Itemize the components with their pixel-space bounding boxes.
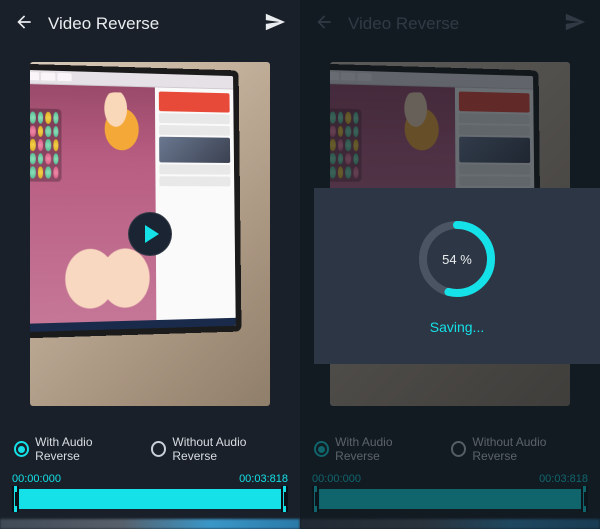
radio-label: Without Audio Reverse [472,435,586,463]
progress-percent: 54 % [442,252,472,267]
audio-options: With Audio Reverse Without Audio Reverse [0,425,300,469]
confirm-send-icon[interactable] [264,11,286,38]
radio-icon [14,441,29,457]
trim-scrubber[interactable] [12,489,288,509]
time-start: 00:00:000 [12,473,61,485]
screen-saving: Video Reverse [300,0,600,529]
trim-handle-left[interactable] [12,486,19,512]
time-end: 00:03:818 [539,473,588,485]
video-preview [0,48,300,425]
back-icon[interactable] [314,12,334,37]
trim-scrubber [312,489,588,509]
time-start: 00:00:000 [312,473,361,485]
radio-icon [314,441,329,457]
time-bar: 00:00:000 00:03:818 [0,469,300,519]
back-icon[interactable] [14,12,34,37]
saving-modal: 54 % Saving... [314,188,600,364]
radio-label: With Audio Reverse [35,435,133,463]
screen-edit: Video Reverse [0,0,300,529]
trim-handle-right[interactable] [281,486,288,512]
time-end: 00:03:818 [239,473,288,485]
radio-icon [451,441,466,457]
radio-with-audio[interactable]: With Audio Reverse [14,435,133,463]
trim-handle-left [312,486,319,512]
header: Video Reverse [300,0,600,48]
confirm-send-icon[interactable] [564,11,586,38]
radio-label: With Audio Reverse [335,435,433,463]
progress-ring: 54 % [415,217,499,301]
header: Video Reverse [0,0,300,48]
saving-status: Saving... [430,319,484,335]
time-bar: 00:00:000 00:03:818 [300,469,600,519]
radio-without-audio[interactable]: Without Audio Reverse [151,435,286,463]
bottom-strip [300,519,600,529]
bottom-strip [0,519,300,529]
radio-without-audio: Without Audio Reverse [451,435,586,463]
radio-label: Without Audio Reverse [172,435,286,463]
audio-options: With Audio Reverse Without Audio Reverse [300,425,600,469]
trim-handle-right [581,486,588,512]
page-title: Video Reverse [48,14,250,34]
page-title: Video Reverse [348,14,550,34]
radio-with-audio: With Audio Reverse [314,435,433,463]
play-icon[interactable] [128,212,172,256]
video-frame[interactable] [30,62,270,406]
radio-icon [151,441,166,457]
